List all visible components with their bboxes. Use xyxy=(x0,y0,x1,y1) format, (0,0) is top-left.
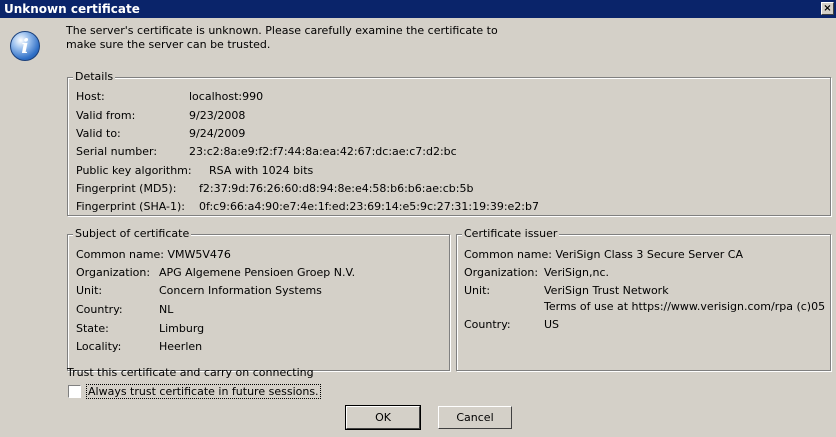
subject-state-label: State: xyxy=(76,322,109,335)
fingerprint-sha1-value: 0f:c9:66:a4:90:e7:4e:1f:ed:23:69:14:e5:9… xyxy=(199,200,539,213)
host-label: Host: xyxy=(76,90,105,103)
intro-message: The server's certificate is unknown. Ple… xyxy=(66,24,536,52)
issuer-group: Certificate issuer Common name: VeriSign… xyxy=(456,227,831,371)
close-button[interactable]: × xyxy=(821,2,834,15)
fingerprint-md5-label: Fingerprint (MD5): xyxy=(76,182,177,195)
subject-group: Subject of certificate Common name: VMW5… xyxy=(67,227,450,371)
cancel-button[interactable]: Cancel xyxy=(438,406,512,429)
issuer-organization-label: Organization: xyxy=(464,266,539,279)
subject-organization-value: APG Algemene Pensioen Groep N.V. xyxy=(159,266,356,279)
valid-from-label: Valid from: xyxy=(76,109,136,122)
serial-number-value: 23:c2:8a:e9:f2:f7:44:8a:ea:42:67:dc:ae:c… xyxy=(189,145,457,158)
title-bar: Unknown certificate × xyxy=(0,0,836,18)
host-value: localhost:990 xyxy=(189,90,264,103)
intro-line-1: The server's certificate is unknown. Ple… xyxy=(66,24,498,37)
public-key-label: Public key algorithm: xyxy=(76,164,192,177)
subject-locality-value: Heerlen xyxy=(159,340,203,353)
subject-legend: Subject of certificate xyxy=(73,227,192,240)
intro-line-2: make sure the server can be trusted. xyxy=(66,38,271,51)
serial-number-label: Serial number: xyxy=(76,145,158,158)
certificate-dialog: Unknown certificate × i The server's cer… xyxy=(0,0,836,437)
issuer-common-name: Common name: VeriSign Class 3 Secure Ser… xyxy=(464,248,743,261)
details-legend: Details xyxy=(73,70,116,83)
ok-button[interactable]: OK xyxy=(345,405,421,430)
subject-state-value: Limburg xyxy=(159,322,205,335)
subject-locality-label: Locality: xyxy=(76,340,122,353)
issuer-country-value: US xyxy=(544,318,560,331)
close-icon: × xyxy=(823,3,832,14)
subject-country-label: Country: xyxy=(76,303,123,316)
issuer-organization-value: VeriSign,nc. xyxy=(544,266,610,279)
valid-to-value: 9/24/2009 xyxy=(189,127,246,140)
subject-unit-value: Concern Information Systems xyxy=(159,284,322,297)
valid-from-value: 9/23/2008 xyxy=(189,109,246,122)
issuer-legend: Certificate issuer xyxy=(462,227,560,240)
dialog-title: Unknown certificate xyxy=(4,2,140,16)
info-icon: i xyxy=(10,31,40,61)
issuer-country-label: Country: xyxy=(464,318,511,331)
issuer-unit-label: Unit: xyxy=(464,284,491,297)
subject-common-name: Common name: VMW5V476 xyxy=(76,248,231,261)
details-group: Details Host: localhost:990 Valid from: … xyxy=(67,70,831,216)
fingerprint-sha1-label: Fingerprint (SHA-1): xyxy=(76,200,185,213)
always-trust-checkbox[interactable] xyxy=(68,385,81,398)
subject-unit-label: Unit: xyxy=(76,284,103,297)
public-key-value: RSA with 1024 bits xyxy=(209,164,314,177)
subject-country-value: NL xyxy=(159,303,174,316)
trust-prompt: Trust this certificate and carry on conn… xyxy=(67,366,314,379)
subject-organization-label: Organization: xyxy=(76,266,151,279)
issuer-unit-value-line-2: Terms of use at https://www.verisign.com… xyxy=(544,300,826,313)
always-trust-label[interactable]: Always trust certificate in future sessi… xyxy=(86,384,321,399)
fingerprint-md5-value: f2:37:9d:76:26:60:d8:94:8e:e4:58:b6:b6:a… xyxy=(199,182,474,195)
issuer-unit-value-line-1: VeriSign Trust Network xyxy=(544,284,669,297)
valid-to-label: Valid to: xyxy=(76,127,121,140)
